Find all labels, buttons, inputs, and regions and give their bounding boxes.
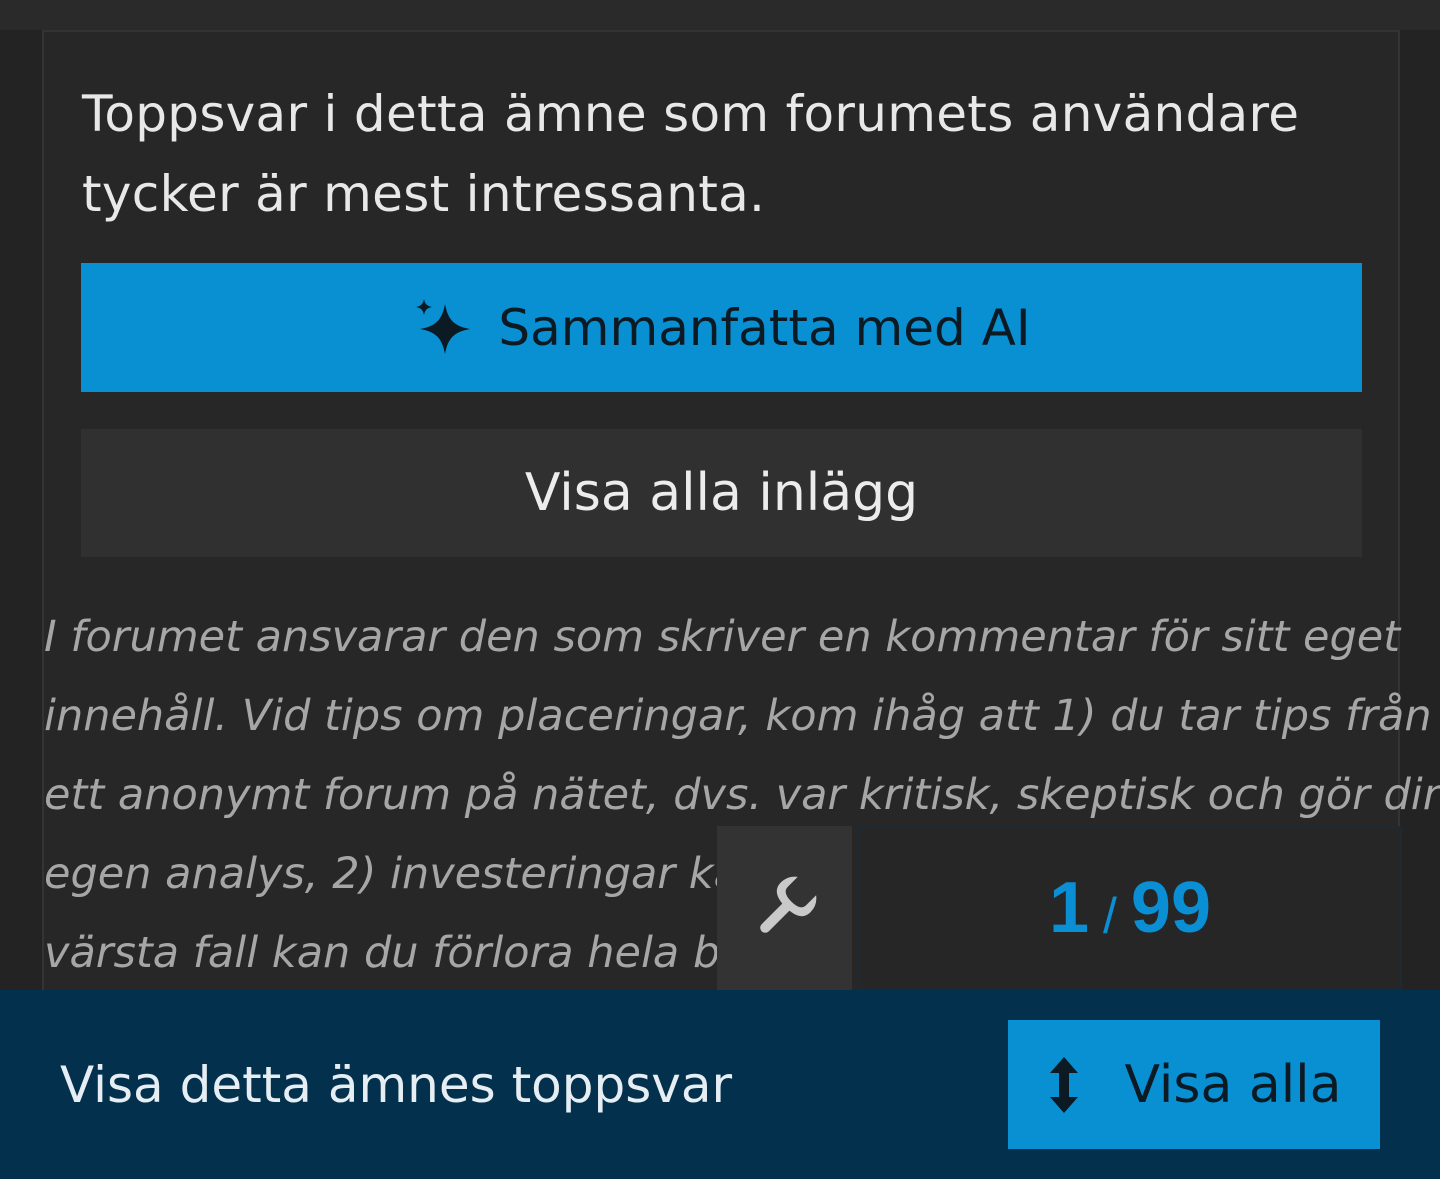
show-all-posts-button[interactable]: Visa alla inlägg [81, 429, 1362, 557]
show-all-posts-label: Visa alla inlägg [524, 463, 919, 523]
top-answers-intro: Toppsvar i detta ämne som forumets använ… [82, 85, 1300, 223]
disclaimer-line: I forumet ansvarar den som skriver en ko… [44, 612, 1401, 662]
tools-button[interactable] [717, 826, 852, 990]
summarize-with-ai-button[interactable]: Sammanfatta med AI [81, 263, 1362, 392]
disclaimer-line: innehåll. Vid tips om placeringar, kom i… [44, 691, 1432, 741]
expand-vertical-icon [1049, 1056, 1078, 1113]
top-bar [0, 0, 1440, 30]
page-total: 99 [1130, 868, 1212, 948]
forum-topic-page: Toppsvar i detta ämne som forumets använ… [0, 0, 1440, 1179]
page-current: 1 [1048, 868, 1090, 948]
show-all-button[interactable]: Visa alla [1008, 1020, 1380, 1149]
show-top-answers-label: Visa detta ämnes toppsvar [60, 1056, 733, 1114]
show-all-label: Visa alla [1124, 1054, 1342, 1115]
disclaimer-line: ett anonymt forum på nätet, dvs. var kri… [44, 770, 1440, 820]
summarize-with-ai-label: Sammanfatta med AI [498, 298, 1031, 357]
page-separator: / [1103, 888, 1117, 944]
sparkle-icon [416, 298, 471, 354]
page-counter[interactable]: 1 / 99 [858, 826, 1402, 990]
wrench-icon [759, 876, 816, 933]
